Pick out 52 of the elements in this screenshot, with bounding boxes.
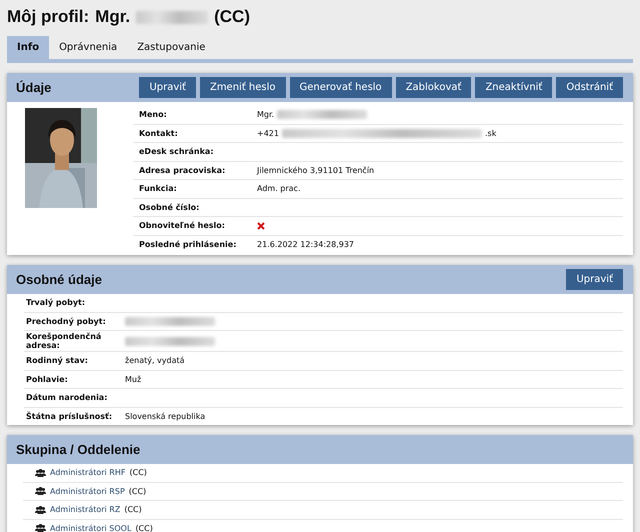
field-label: Adresa pracoviska: — [138, 166, 226, 175]
field-label: Osobné číslo: — [138, 202, 200, 212]
action-button[interactable]: Zablokovať — [396, 77, 472, 98]
field-label: eDesk schránka: — [138, 147, 215, 156]
field-value: Adm. prac. — [257, 184, 300, 194]
action-button[interactable]: Generovať heslo — [290, 77, 392, 98]
users-icon — [35, 506, 46, 514]
action-button[interactable]: Zneaktívniť — [475, 77, 552, 98]
user-name: Mgr. — [95, 7, 130, 27]
group-link[interactable]: Administrátori SOOL — [50, 524, 132, 532]
field-label: Meno: — [138, 110, 168, 120]
action-button[interactable]: Upraviť — [139, 77, 196, 98]
field-label: Rodinný stav: — [25, 356, 89, 366]
field-label: Pohlavie: — [25, 374, 69, 384]
users-icon — [35, 468, 46, 477]
group-org: (CC) — [128, 486, 146, 496]
field-value: 21.6.2022 12:34:28,937 — [257, 240, 354, 249]
field-value: Mgr. — [257, 110, 274, 120]
field-value: .sk — [484, 128, 496, 138]
page-title: Môj profil: — [7, 7, 90, 27]
users-icon — [35, 524, 46, 532]
field-label: Prechodný pobyt: — [25, 316, 107, 326]
group-org: (CC) — [124, 505, 142, 514]
section-title: Skupina / Oddelenie — [16, 442, 142, 457]
field-value: Jilemnického 3,91101 Trenčín — [257, 166, 374, 175]
group-link[interactable]: Administrátori RHF — [50, 468, 126, 478]
group-link[interactable]: Administrátori RSP — [50, 486, 125, 496]
section-title: Údaje — [16, 80, 52, 95]
field-value: +421 — [257, 128, 279, 138]
field-label: Kontakt: — [138, 128, 179, 138]
users-icon — [35, 487, 46, 496]
tab[interactable]: Info — [7, 36, 50, 59]
section-title: Osobné údaje — [16, 272, 103, 287]
field-label: Dátum narodenia: — [25, 393, 108, 402]
user-org: (CC) — [214, 7, 250, 27]
field-value: Muž — [125, 374, 142, 384]
action-button[interactable]: Upraviť — [566, 269, 623, 290]
action-button[interactable]: Zmeniť heslo — [200, 77, 286, 98]
field-label: Funkcia: — [138, 184, 178, 194]
group-org: (CC) — [129, 468, 147, 478]
field-label: Trvalý pobyt: — [25, 298, 86, 308]
action-button[interactable]: Odstrániť — [556, 77, 623, 98]
field-value: Slovenská republika — [125, 412, 206, 421]
tab[interactable]: Zastupovanie — [127, 36, 216, 59]
field-label: Štátna príslušnosť: — [25, 412, 114, 421]
field-label: Korešpondenčná adresa: — [25, 332, 102, 350]
group-org: (CC) — [135, 524, 153, 532]
field-label: Obnoviteľné heslo: — [138, 221, 226, 230]
field-value: ženatý, vydatá — [125, 356, 185, 366]
tab[interactable]: Oprávnenia — [49, 36, 128, 59]
field-label: Posledné prihlásenie: — [138, 240, 238, 249]
group-link[interactable]: Administrátori RZ — [50, 505, 120, 514]
